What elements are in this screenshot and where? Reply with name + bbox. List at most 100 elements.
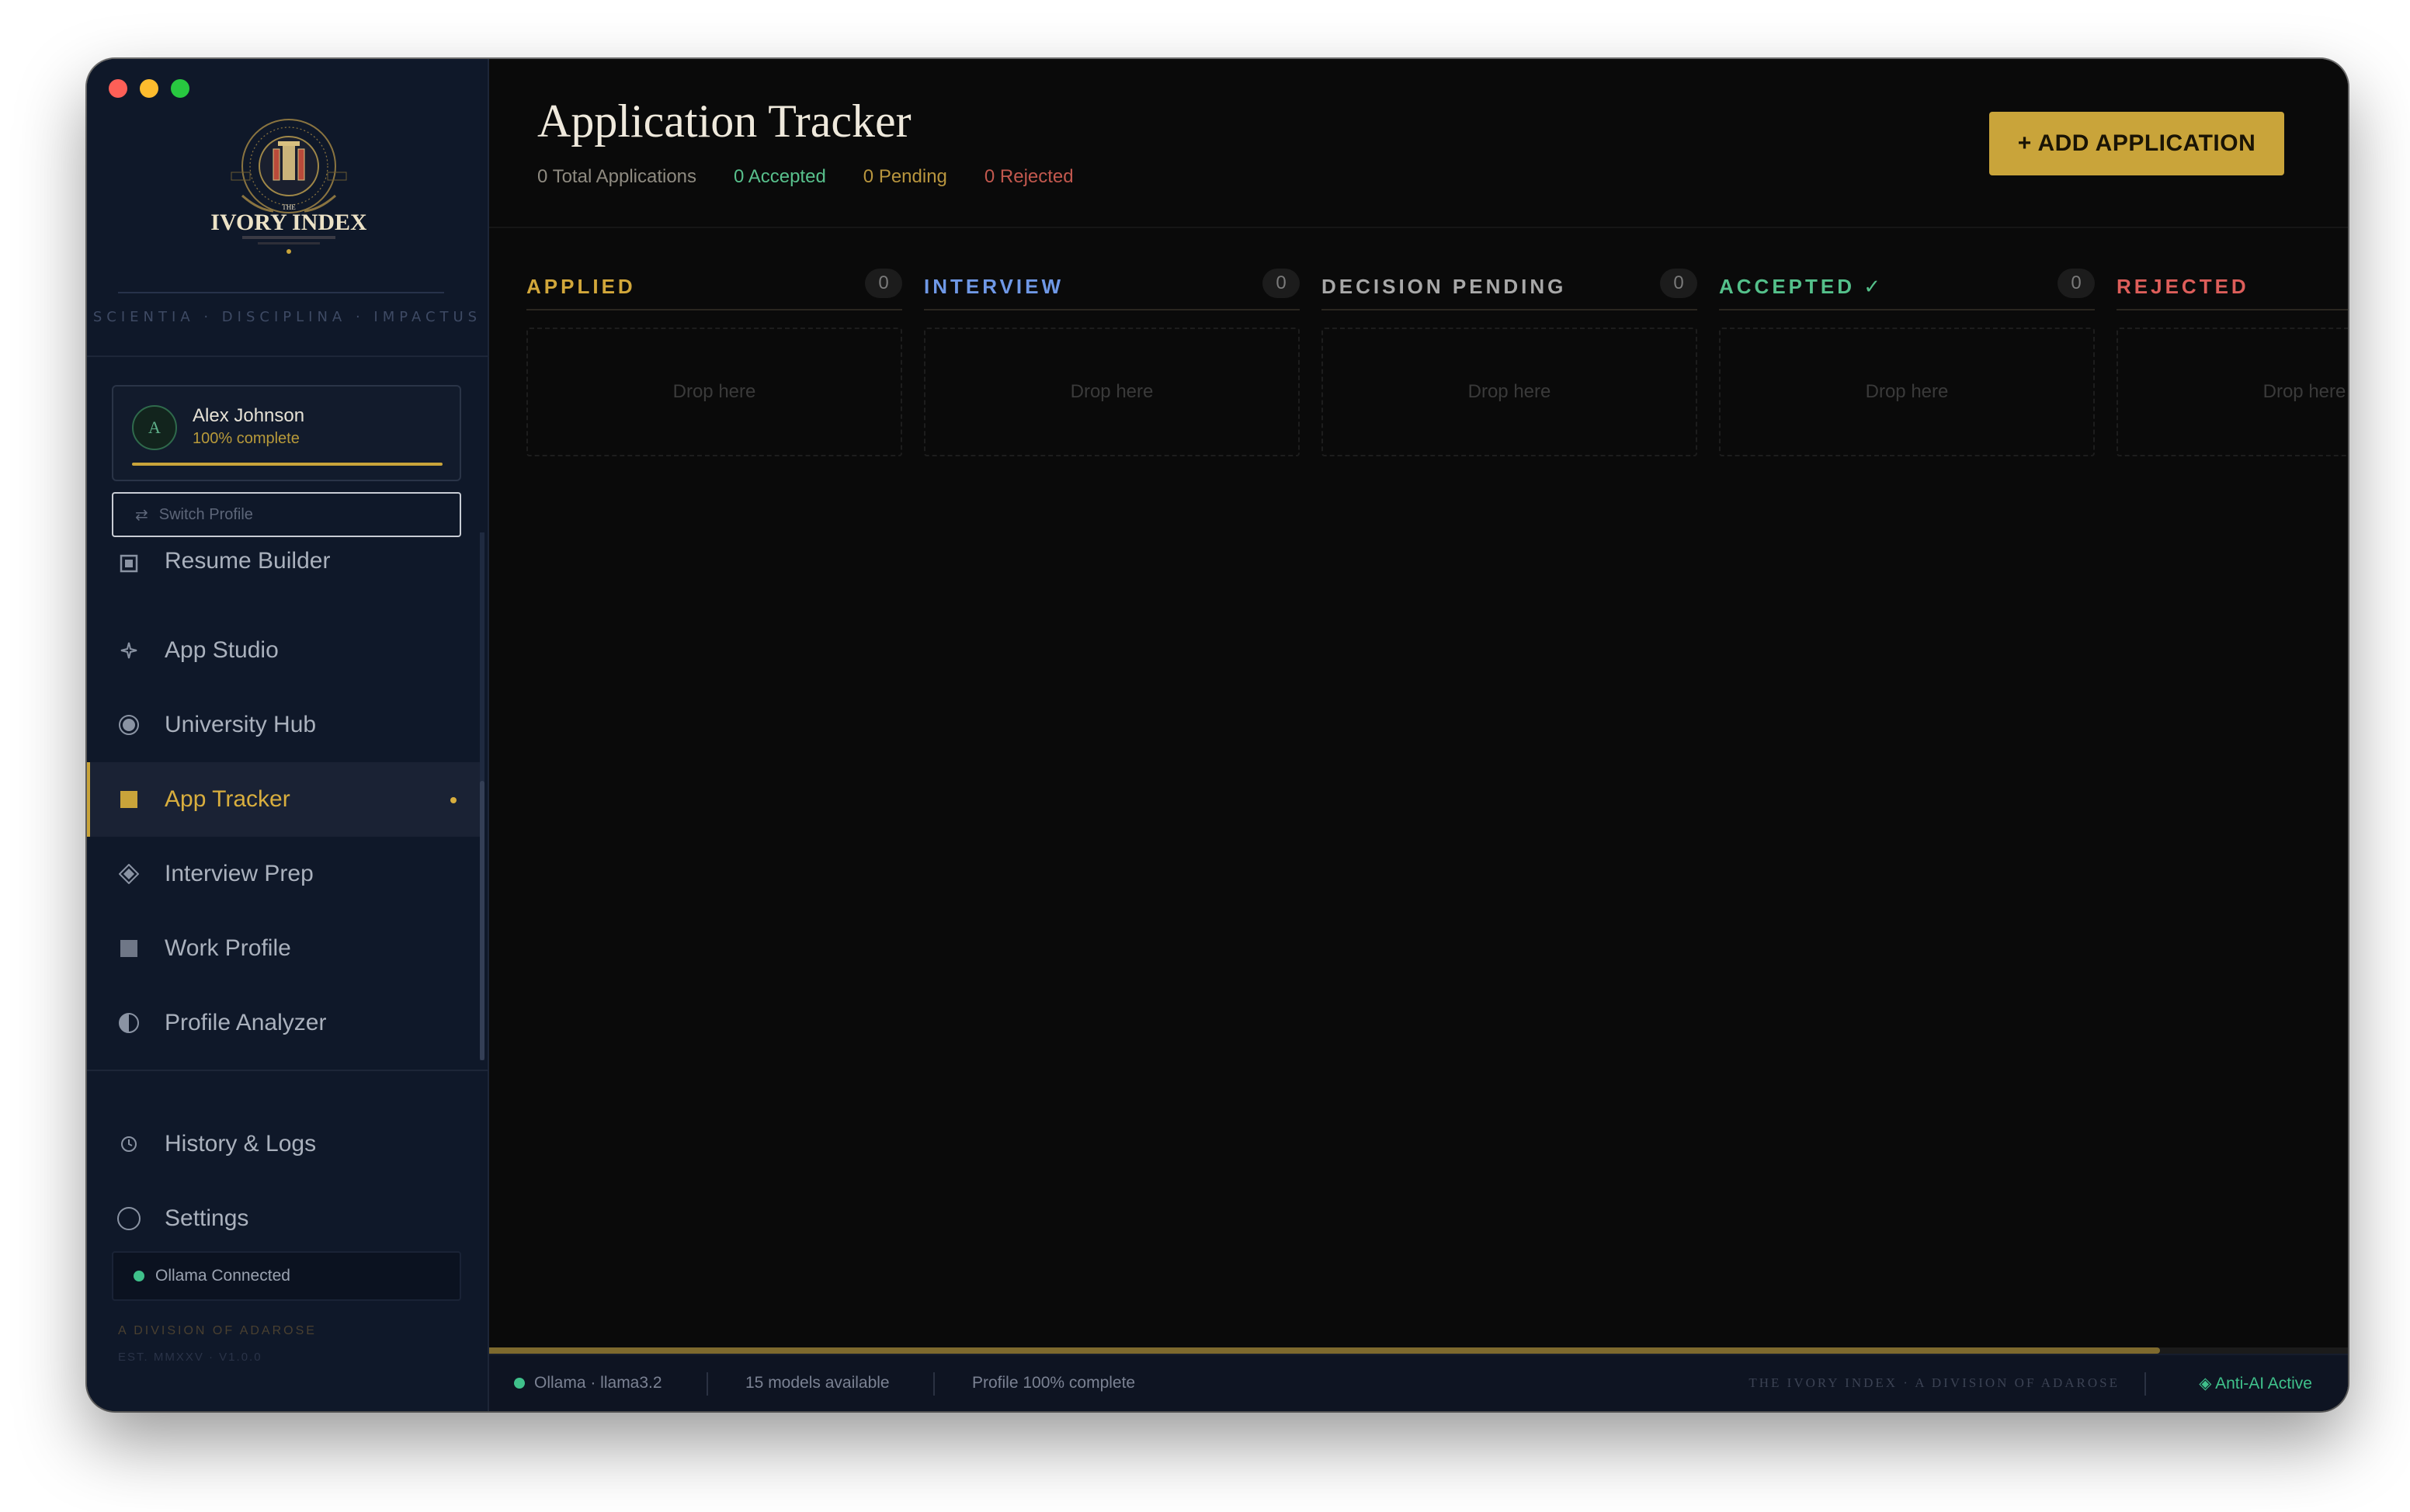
square-filled-icon bbox=[116, 787, 141, 812]
ollama-status-label: Ollama Connected bbox=[155, 1267, 290, 1285]
sidebar-item-app-tracker[interactable]: App Tracker bbox=[87, 762, 480, 837]
sidebar-item-work-profile[interactable]: Work Profile bbox=[87, 911, 480, 986]
avatar: A bbox=[132, 405, 177, 450]
sidebar-item-label: App Tracker bbox=[165, 786, 290, 812]
profile-card[interactable]: A Alex Johnson 100% complete bbox=[112, 385, 461, 481]
stat-accepted: 0 Accepted bbox=[734, 166, 826, 187]
drop-zone[interactable]: Drop here bbox=[1321, 328, 1697, 456]
page-title: Application Tracker bbox=[537, 95, 912, 147]
column-title: DECISION PENDING bbox=[1321, 275, 1567, 298]
sidebar-item-university-hub[interactable]: University Hub bbox=[87, 688, 480, 762]
sidebar-item-interview-prep[interactable]: Interview Prep bbox=[87, 837, 480, 911]
column-header: ACCEPTED ✓ 0 bbox=[1719, 269, 2095, 310]
column-count: 0 bbox=[1262, 269, 1300, 298]
status-separator bbox=[707, 1372, 708, 1396]
maximize-window-button[interactable] bbox=[171, 79, 189, 98]
profile-progress-bar bbox=[132, 463, 443, 466]
column-applied: APPLIED 0 Drop here bbox=[526, 269, 902, 517]
sparkle-icon bbox=[116, 638, 141, 663]
column-count: 0 bbox=[2058, 269, 2095, 298]
status-bar: Ollama · llama3.2 15 models available Pr… bbox=[489, 1354, 2348, 1411]
status-separator bbox=[933, 1372, 935, 1396]
square-icon bbox=[116, 936, 141, 961]
division-label: A DIVISION OF ADAROSE bbox=[118, 1324, 317, 1337]
drop-zone[interactable]: Drop here bbox=[526, 328, 902, 456]
horizontal-scrollbar-thumb[interactable] bbox=[489, 1347, 2160, 1354]
active-indicator bbox=[87, 762, 90, 837]
ivory-index-logo: THE IVORY INDEX bbox=[211, 119, 366, 254]
sidebar-item-resume-builder[interactable]: Resume Builder bbox=[87, 539, 480, 588]
main-content: Application Tracker 0 Total Applications… bbox=[489, 59, 2348, 1411]
sidebar-item-label: Work Profile bbox=[165, 935, 291, 961]
status-models-available: 15 models available bbox=[745, 1374, 890, 1392]
circle-outline-icon bbox=[116, 1206, 141, 1231]
app-window: THE IVORY INDEX SCIENTIA · DISCIPLINA · … bbox=[87, 59, 2348, 1411]
status-brand: THE IVORY INDEX · A DIVISION OF ADAROSE bbox=[1748, 1375, 2120, 1390]
circle-filled-icon bbox=[116, 713, 141, 737]
ollama-status: Ollama Connected bbox=[112, 1251, 461, 1301]
half-circle-icon bbox=[116, 1011, 141, 1035]
close-window-button[interactable] bbox=[109, 79, 127, 98]
switch-profile-button[interactable]: ⇄ Switch Profile bbox=[112, 492, 461, 537]
status-profile: Profile 100% complete bbox=[972, 1374, 1136, 1392]
status-dot-icon bbox=[514, 1378, 525, 1389]
add-application-button[interactable]: + ADD APPLICATION bbox=[1989, 112, 2284, 175]
version-label: EST. MMXXV · V1.0.0 bbox=[118, 1351, 262, 1364]
column-count: 0 bbox=[1660, 269, 1697, 298]
drop-zone[interactable]: Drop here bbox=[1719, 328, 2095, 456]
diamond-icon bbox=[116, 862, 141, 886]
column-interview: INTERVIEW 0 Drop here bbox=[924, 269, 1300, 517]
sidebar-item-label: Settings bbox=[165, 1205, 249, 1231]
column-header: INTERVIEW 0 bbox=[924, 269, 1300, 310]
logo-title: IVORY INDEX bbox=[211, 210, 366, 235]
status-separator bbox=[2144, 1372, 2146, 1396]
profile-completion: 100% complete bbox=[193, 430, 300, 447]
status-dot-icon bbox=[134, 1271, 144, 1281]
motto: SCIENTIA · DISCIPLINA · IMPACTUS bbox=[92, 309, 482, 325]
minimize-window-button[interactable] bbox=[140, 79, 158, 98]
sidebar-divider bbox=[87, 1070, 488, 1071]
window-controls bbox=[109, 79, 189, 98]
sidebar-item-label: Interview Prep bbox=[165, 861, 314, 886]
sidebar-item-settings[interactable]: Settings bbox=[87, 1181, 480, 1256]
column-header: DECISION PENDING 0 bbox=[1321, 269, 1697, 310]
column-title: ACCEPTED ✓ bbox=[1719, 275, 1884, 298]
profile-name: Alex Johnson bbox=[193, 405, 305, 426]
column-decision-pending: DECISION PENDING 0 Drop here bbox=[1321, 269, 1697, 517]
swap-arrows-icon: ⇄ bbox=[135, 506, 148, 524]
stat-pending: 0 Pending bbox=[863, 166, 947, 187]
square-outline-icon bbox=[116, 551, 141, 576]
sidebar-item-app-studio[interactable]: App Studio bbox=[87, 613, 480, 688]
status-model-label: Ollama · llama3.2 bbox=[534, 1374, 662, 1392]
sidebar-scrollbar-thumb[interactable] bbox=[480, 781, 484, 1060]
column-header: REJECTED 0 bbox=[2117, 269, 2348, 310]
column-header: APPLIED 0 bbox=[526, 269, 902, 310]
sidebar: THE IVORY INDEX SCIENTIA · DISCIPLINA · … bbox=[87, 59, 489, 1411]
kanban-board: APPLIED 0 Drop here INTERVIEW 0 Drop her… bbox=[526, 269, 2348, 532]
sidebar-item-label: History & Logs bbox=[165, 1131, 317, 1157]
sidebar-item-history-logs[interactable]: History & Logs bbox=[87, 1107, 480, 1181]
clock-icon bbox=[116, 1132, 141, 1157]
column-title: APPLIED bbox=[526, 275, 636, 298]
header-divider bbox=[489, 227, 2348, 228]
sidebar-item-profile-analyzer[interactable]: Profile Analyzer bbox=[87, 986, 480, 1060]
status-model: Ollama · llama3.2 bbox=[514, 1374, 662, 1392]
column-title: INTERVIEW bbox=[924, 275, 1064, 298]
drop-zone[interactable]: Drop here bbox=[924, 328, 1300, 456]
sidebar-item-label: App Studio bbox=[165, 637, 279, 663]
stats-row: 0 Total Applications 0 Accepted 0 Pendin… bbox=[537, 166, 1074, 188]
active-dot bbox=[450, 797, 457, 803]
sidebar-divider bbox=[87, 355, 488, 357]
sidebar-item-label: Resume Builder bbox=[165, 548, 331, 574]
column-count: 0 bbox=[865, 269, 902, 298]
anti-ai-status: ◈ Anti-AI Active bbox=[2199, 1375, 2312, 1392]
column-title: REJECTED bbox=[2117, 275, 2249, 298]
stat-total: 0 Total Applications bbox=[537, 166, 697, 187]
sidebar-item-label: Profile Analyzer bbox=[165, 1010, 327, 1035]
column-rejected: REJECTED 0 Drop here bbox=[2117, 269, 2348, 517]
sidebar-item-label: University Hub bbox=[165, 712, 317, 737]
stat-rejected: 0 Rejected bbox=[984, 166, 1074, 187]
switch-profile-label: Switch Profile bbox=[158, 505, 253, 523]
drop-zone[interactable]: Drop here bbox=[2117, 328, 2348, 456]
logo-divider bbox=[118, 292, 444, 293]
